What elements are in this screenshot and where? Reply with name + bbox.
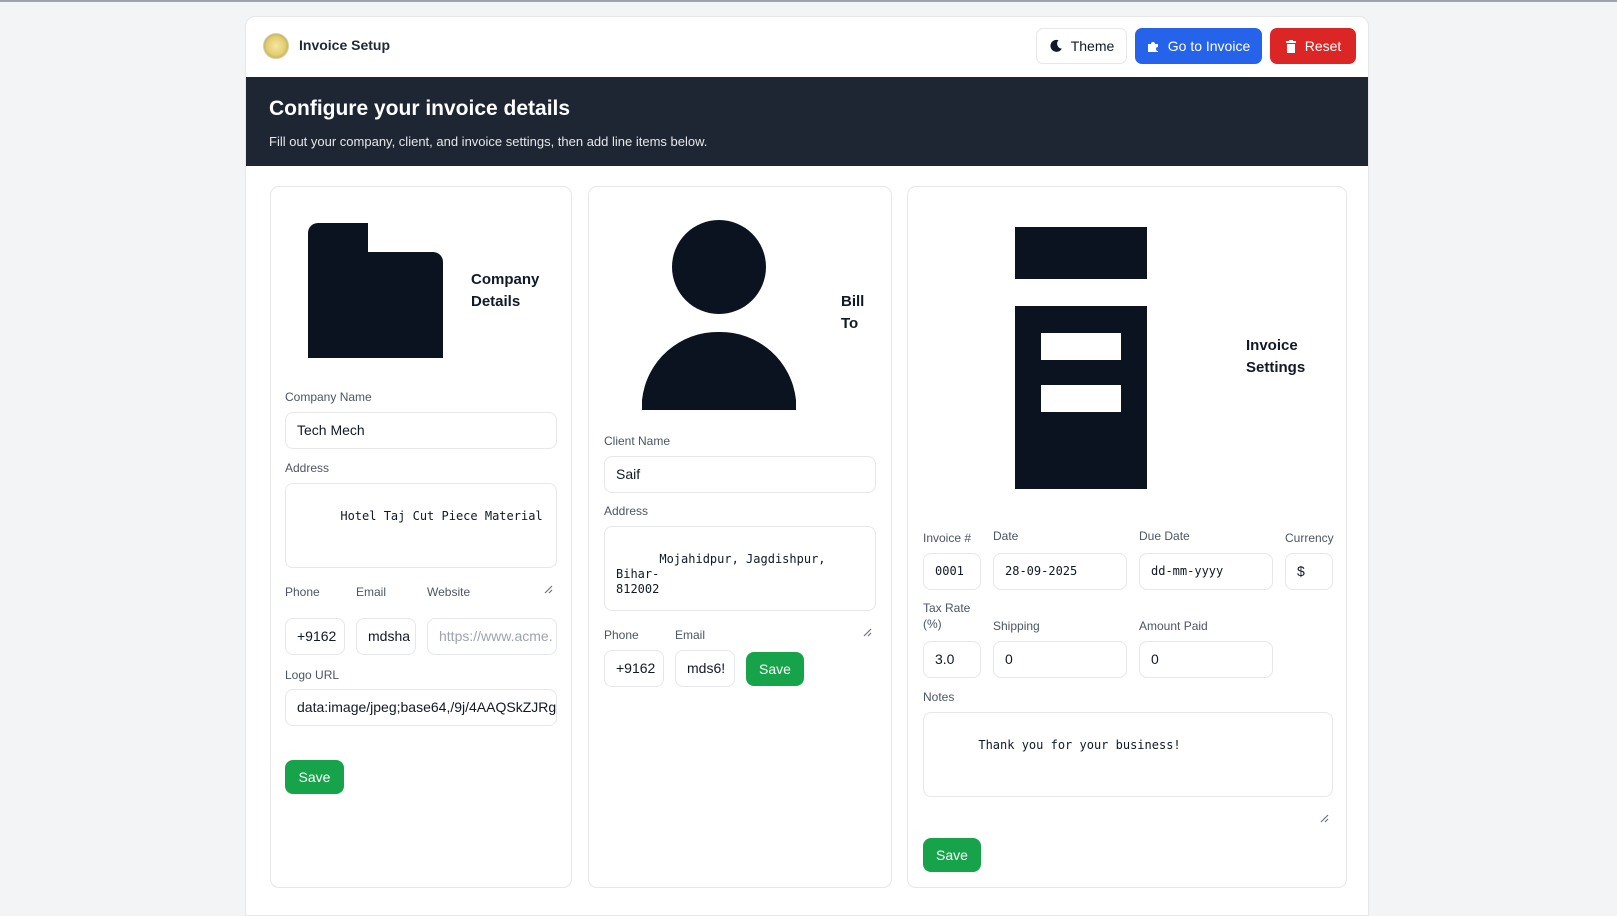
logo-url-label: Logo URL bbox=[285, 668, 340, 682]
resize-handle-icon[interactable] bbox=[863, 598, 872, 637]
company-address-label: Address bbox=[285, 461, 330, 475]
notes-text: Thank you for your business! bbox=[978, 738, 1181, 752]
due-date-input[interactable]: dd-mm-yyyy bbox=[1139, 553, 1273, 590]
invoice-number-input[interactable]: 0001 bbox=[923, 553, 981, 590]
client-address-label: Address bbox=[604, 504, 649, 518]
notes-textarea[interactable]: Thank you for your business! bbox=[923, 712, 1333, 823]
moon-icon bbox=[1049, 39, 1063, 53]
invoice-setup-app: Invoice Setup Theme Go to Invoice Reset … bbox=[245, 16, 1369, 916]
theme-button[interactable]: Theme bbox=[1036, 28, 1127, 64]
theme-button-label: Theme bbox=[1070, 38, 1115, 54]
company-save-button[interactable]: Save bbox=[285, 760, 344, 794]
client-email-input[interactable]: mds6! bbox=[675, 650, 735, 687]
shipping-label: Shipping bbox=[993, 619, 1040, 633]
invoice-number-label: Invoice # bbox=[923, 531, 972, 545]
logo-url-input[interactable]: data:image/jpeg;base64,/9j/4AAQSkZJRgA bbox=[285, 689, 557, 726]
invoice-date-label: Date bbox=[993, 529, 1019, 543]
go-to-invoice-label: Go to Invoice bbox=[1167, 38, 1251, 54]
company-email-input[interactable]: mdsha bbox=[356, 618, 416, 655]
company-details-heading: Company Details bbox=[471, 271, 540, 310]
client-phone-label: Phone bbox=[604, 628, 639, 642]
company-address-textarea[interactable]: Hotel Taj Cut Piece Material bbox=[285, 483, 557, 594]
invoice-settings-card: Invoice Settings Invoice # Date Due Date… bbox=[907, 186, 1347, 888]
currency-label: Currency bbox=[1285, 531, 1334, 545]
shipping-input[interactable]: 0 bbox=[993, 641, 1127, 678]
currency-input[interactable]: $ bbox=[1285, 553, 1333, 590]
go-to-invoice-button[interactable]: Go to Invoice bbox=[1135, 28, 1262, 64]
page-banner: Configure your invoice details Fill out … bbox=[246, 77, 1368, 166]
company-details-card: Company Details Company Name Tech Mech A… bbox=[270, 186, 572, 888]
reset-button[interactable]: Reset bbox=[1270, 28, 1356, 64]
client-address-textarea[interactable]: Mojahidpur, Jagdishpur, Bihar- 812002 bbox=[604, 526, 876, 637]
page-subtitle: Fill out your company, client, and invoi… bbox=[269, 134, 708, 149]
company-website-input[interactable]: https://www.acme. bbox=[427, 618, 557, 655]
tax-rate-input[interactable]: 3.0 bbox=[923, 641, 981, 678]
document-icon bbox=[1015, 227, 1147, 489]
resize-handle-icon[interactable] bbox=[544, 555, 553, 594]
window-top-border bbox=[0, 0, 1617, 2]
amount-paid-label: Amount Paid bbox=[1139, 619, 1208, 633]
company-email-label: Email bbox=[356, 585, 387, 599]
client-address-text: Mojahidpur, Jagdishpur, Bihar- 812002 bbox=[616, 552, 826, 596]
client-name-label: Client Name bbox=[604, 434, 671, 448]
reset-button-label: Reset bbox=[1304, 38, 1342, 54]
company-name-input[interactable]: Tech Mech bbox=[285, 412, 557, 449]
user-icon bbox=[642, 220, 796, 410]
settings-save-button[interactable]: Save bbox=[923, 838, 981, 872]
amount-paid-input[interactable]: 0 bbox=[1139, 641, 1273, 678]
tax-rate-label: Tax Rate (%) bbox=[923, 601, 971, 631]
company-address-text: Hotel Taj Cut Piece Material bbox=[340, 509, 543, 523]
client-email-label: Email bbox=[675, 628, 706, 642]
app-header: Invoice Setup Theme Go to Invoice Reset bbox=[246, 17, 1368, 77]
bill-to-card: Bill To Client Name Saif Address Mojahid… bbox=[588, 186, 892, 888]
company-phone-label: Phone bbox=[285, 585, 320, 599]
company-phone-input[interactable]: +9162 bbox=[285, 618, 345, 655]
invoice-settings-heading: Invoice Settings bbox=[1246, 337, 1306, 376]
company-website-label: Website bbox=[427, 585, 471, 599]
app-title: Invoice Setup bbox=[299, 37, 391, 53]
notes-label: Notes bbox=[923, 690, 955, 704]
invoice-date-input[interactable]: 28-09-2025 bbox=[993, 553, 1127, 590]
resize-handle-icon[interactable] bbox=[1320, 784, 1329, 823]
due-date-label: Due Date bbox=[1139, 529, 1190, 543]
trash-icon bbox=[1285, 39, 1297, 53]
company-name-label: Company Name bbox=[285, 390, 372, 404]
bill-to-heading: Bill To bbox=[841, 293, 865, 332]
folder-icon bbox=[308, 223, 444, 359]
puzzle-icon bbox=[1147, 40, 1160, 53]
client-save-button[interactable]: Save bbox=[746, 652, 804, 686]
company-logo bbox=[263, 33, 289, 59]
page-title: Configure your invoice details bbox=[269, 97, 571, 120]
client-name-input[interactable]: Saif bbox=[604, 456, 876, 493]
client-phone-input[interactable]: +9162 bbox=[604, 650, 664, 687]
